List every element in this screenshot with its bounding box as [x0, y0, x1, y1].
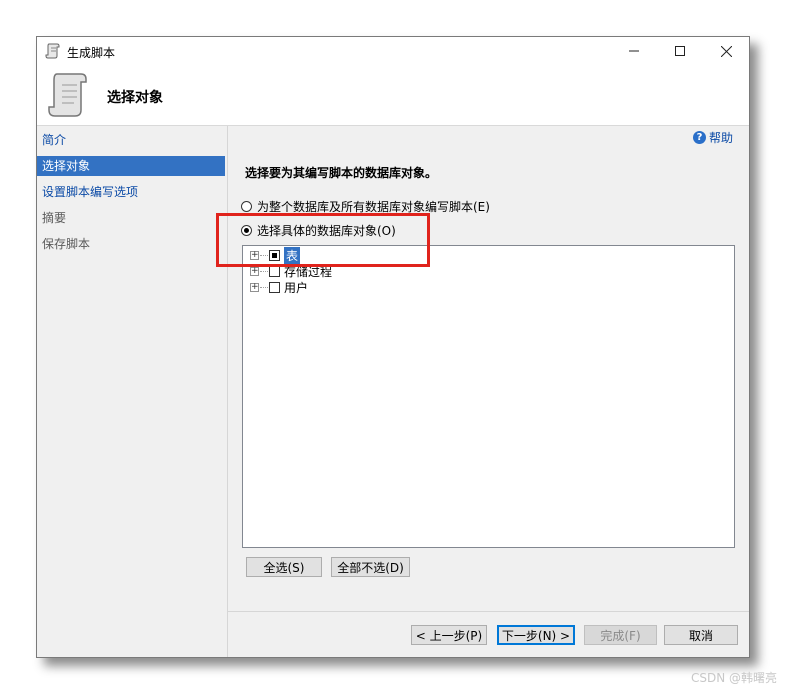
window-title: 生成脚本	[67, 46, 116, 60]
finish-button: 完成(F)	[584, 625, 657, 645]
cancel-button[interactable]: 取消	[664, 625, 738, 645]
sidebar-item-save-scripts: 保存脚本	[42, 237, 91, 251]
annotation-highlight-box	[216, 213, 430, 267]
wizard-steps-sidebar: 简介 选择对象 设置脚本编写选项 摘要 保存脚本	[37, 126, 228, 657]
maximize-icon	[675, 46, 685, 56]
object-tree[interactable]: + 表 + 存储过程 + 用户	[242, 245, 735, 548]
close-button[interactable]	[703, 37, 749, 65]
minimize-button[interactable]	[611, 37, 657, 65]
wizard-content: ? 帮助 选择要为其编写脚本的数据库对象。 为整个数据库及所有数据库对象编写脚本…	[216, 126, 749, 657]
deselect-all-button[interactable]: 全部不选(D)	[331, 557, 410, 577]
sidebar-item-summary: 摘要	[42, 211, 67, 225]
tree-checkbox[interactable]	[269, 282, 280, 293]
section-title: 选择要为其编写脚本的数据库对象。	[245, 166, 438, 180]
generate-scripts-window: 生成脚本 选择对象 简介 选择对象 设置脚本编写选项 摘要 保存脚本 ? 帮助 …	[36, 36, 750, 658]
sidebar-item-choose-objects[interactable]: 选择对象	[37, 156, 225, 176]
select-all-button[interactable]: 全选(S)	[246, 557, 322, 577]
watermark: CSDN @韩曙亮	[690, 671, 777, 685]
minimize-icon	[629, 50, 639, 52]
footer-divider	[228, 611, 749, 612]
close-icon	[720, 45, 732, 57]
help-icon: ?	[692, 131, 706, 144]
help-link[interactable]: ? 帮助	[692, 129, 733, 146]
help-label: 帮助	[708, 131, 733, 145]
next-button[interactable]: 下一步(N) >	[497, 625, 575, 645]
previous-button[interactable]: < 上一步(P)	[411, 625, 487, 645]
expand-plus-icon[interactable]: +	[250, 283, 259, 292]
tree-item-label: 用户	[284, 281, 309, 295]
script-scroll-icon	[45, 43, 60, 59]
sidebar-item-scripting-options[interactable]: 设置脚本编写选项	[37, 182, 225, 202]
page-title: 选择对象	[107, 90, 163, 106]
sidebar-item-intro[interactable]: 简介	[37, 130, 225, 150]
title-bar[interactable]: 生成脚本	[37, 37, 749, 65]
tree-item-users[interactable]: + 用户	[250, 280, 308, 295]
script-scroll-icon	[48, 73, 87, 117]
radio-button[interactable]	[241, 201, 252, 212]
tree-checkbox[interactable]	[269, 266, 280, 277]
maximize-button[interactable]	[657, 37, 703, 65]
expand-plus-icon[interactable]: +	[250, 267, 259, 276]
wizard-header: 选择对象	[37, 65, 749, 126]
